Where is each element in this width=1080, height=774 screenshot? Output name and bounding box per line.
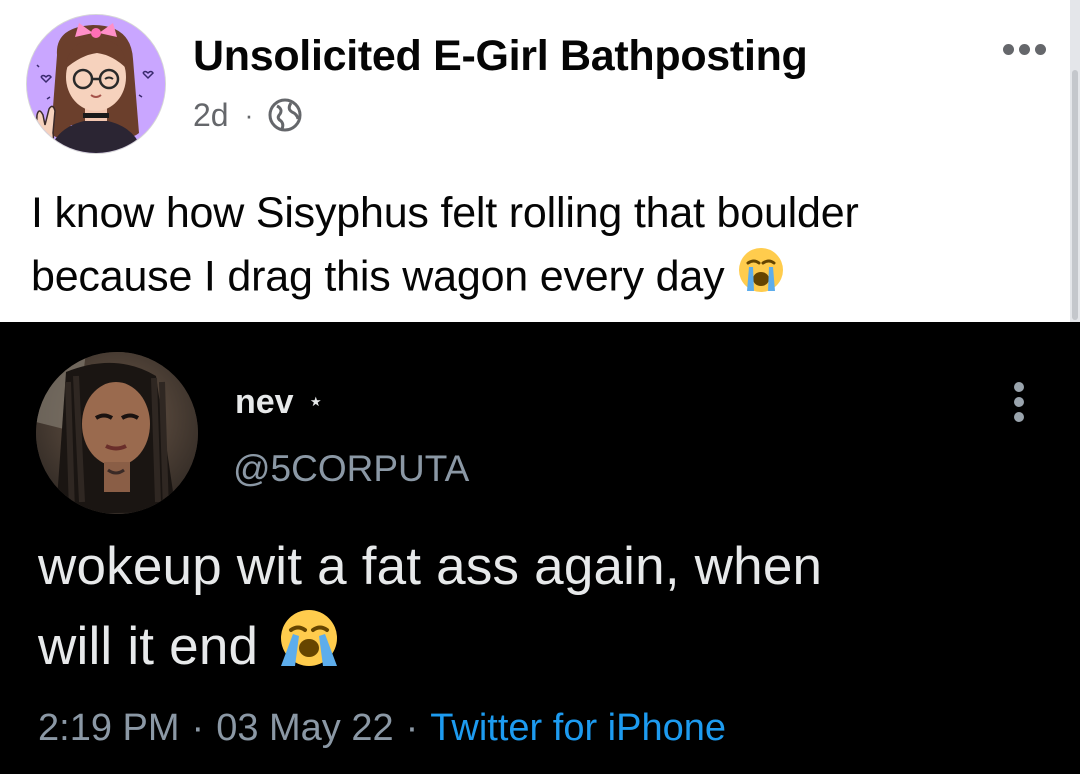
meta-separator: ·: [244, 99, 254, 130]
footer-separator: ·: [405, 707, 419, 749]
globe-icon[interactable]: [267, 97, 303, 133]
tweet-text-line-2: will it end: [38, 607, 1048, 693]
more-vertical-icon[interactable]: [1014, 382, 1024, 422]
tweet-date[interactable]: 03 May 22: [216, 707, 393, 749]
footer-separator: ·: [191, 707, 205, 749]
loudly-crying-face-icon: [736, 245, 786, 313]
tweet-text-line: will it end: [38, 617, 259, 676]
post-time[interactable]: 2d: [193, 97, 229, 134]
post-text-line: I know how Sisyphus felt rolling that bo…: [31, 189, 859, 237]
dot: [1014, 397, 1024, 407]
tweet-display-name[interactable]: nev ⋆: [235, 383, 324, 422]
post-text: I know how Sisyphus felt rolling that bo…: [31, 182, 1041, 313]
tweet-footer: 2:19 PM · 03 May 22 · Twitter for iPhone: [38, 707, 726, 750]
more-horizontal-icon[interactable]: [1003, 44, 1046, 55]
tweet-time[interactable]: 2:19 PM: [38, 707, 180, 749]
tweet-avatar[interactable]: [36, 352, 198, 514]
post-meta: 2d ·: [193, 93, 303, 137]
dot: [1019, 44, 1030, 55]
tweet-text: wokeup wit a fat ass again, when will it…: [38, 527, 1048, 693]
scrollbar-thumb[interactable]: [1072, 70, 1078, 320]
tweet-source-link[interactable]: Twitter for iPhone: [430, 707, 726, 749]
facebook-post: Unsolicited E-Girl Bathposting 2d · I kn…: [0, 0, 1080, 322]
dot: [1035, 44, 1046, 55]
dot: [1014, 412, 1024, 422]
dot: [1014, 382, 1024, 392]
scrollbar[interactable]: [1070, 0, 1080, 322]
display-name-text: nev: [235, 383, 294, 421]
tweet-handle[interactable]: @5CORPUTA: [233, 448, 469, 490]
profile-photo: [36, 352, 198, 514]
loudly-crying-face-icon: [273, 608, 345, 693]
page-name[interactable]: Unsolicited E-Girl Bathposting: [193, 32, 808, 81]
post-text-line-2: because I drag this wagon every day: [31, 245, 1041, 313]
tweet-screenshot: nev ⋆ @5CORPUTA wokeup wit a fat ass agai…: [0, 322, 1080, 774]
tweet-text-line: wokeup wit a fat ass again, when: [38, 537, 823, 596]
page-avatar[interactable]: [26, 14, 166, 154]
dot: [1003, 44, 1014, 55]
post-text-line: because I drag this wagon every day: [31, 252, 725, 301]
cartoon-avatar-illustration: [27, 15, 165, 153]
star-icon: ⋆: [307, 386, 324, 416]
